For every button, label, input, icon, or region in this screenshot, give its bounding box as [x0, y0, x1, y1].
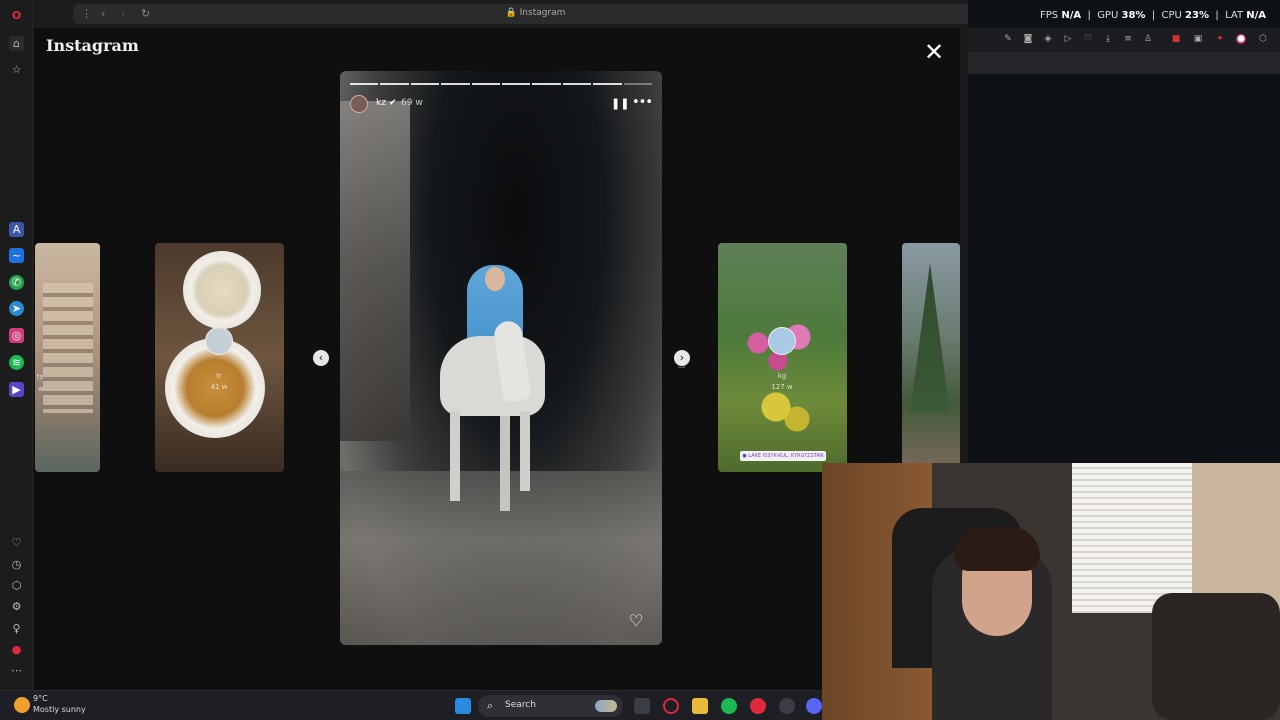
- story-progress-segment: [562, 83, 592, 85]
- story-timestamp: 69 w: [401, 98, 423, 108]
- lightbulb-icon[interactable]: ♀: [9, 621, 24, 636]
- instagram-logo[interactable]: Instagram: [46, 36, 139, 55]
- window-blinds: [1072, 463, 1192, 613]
- story-progress-segment: [471, 83, 501, 85]
- heart-icon[interactable]: ♡: [1083, 34, 1093, 44]
- task-view-icon[interactable]: [634, 698, 650, 714]
- opera-gx-icon[interactable]: ●: [9, 642, 24, 657]
- instagram-icon[interactable]: ◎: [9, 328, 24, 343]
- story-progress-segment: [623, 83, 653, 85]
- whatsapp-icon[interactable]: ✆: [9, 275, 24, 290]
- horse-leg: [450, 411, 460, 501]
- person-hair: [954, 527, 1040, 571]
- story-progress-segment: [532, 83, 561, 85]
- taskbar: 9°C Mostly sunny ⌕ Search: [0, 690, 822, 720]
- opera-gx-taskbar-icon[interactable]: [663, 698, 679, 714]
- opera-taskbar-icon[interactable]: [750, 698, 766, 714]
- telegram-icon[interactable]: ➤: [9, 301, 24, 316]
- search-icon: ⌕: [487, 699, 494, 712]
- address-bar[interactable]: ⋮ ‹ › ↻ 🔒 Instagram ☺ ✎: [73, 4, 998, 24]
- messenger-icon[interactable]: ~: [9, 248, 24, 263]
- pause-icon[interactable]: ❚❚: [611, 97, 629, 110]
- story-thumbnail-far-right[interactable]: [902, 243, 960, 472]
- more-icon[interactable]: •••: [632, 95, 653, 110]
- shield-icon[interactable]: ◈: [1043, 34, 1053, 44]
- rider-face: [485, 267, 505, 291]
- list-icon[interactable]: ≡: [1123, 34, 1133, 44]
- horse-leg: [520, 411, 530, 491]
- star-icon[interactable]: ☆: [9, 62, 24, 77]
- discord-icon[interactable]: [806, 698, 822, 714]
- taskbar-search[interactable]: ⌕ Search: [478, 695, 623, 717]
- url-text[interactable]: 🔒 Instagram: [73, 8, 998, 18]
- yellow-flowers: [748, 383, 818, 443]
- weather-temperature[interactable]: 9°C: [33, 694, 48, 703]
- weather-icon[interactable]: [14, 697, 30, 713]
- browser-sidebar: O ⌂ ☆ A ~ ✆ ➤ ◎ ≋ ▶ ♡ ◷ ⬡ ⚙ ♀ ● ⋯: [0, 0, 33, 690]
- play-icon[interactable]: ▷: [1063, 34, 1073, 44]
- story-thumbnail-right[interactable]: kg 127 w ● LAKE ISSYK-KUL, KYRGYZSTAN: [718, 243, 847, 472]
- home-icon[interactable]: ⌂: [9, 36, 24, 51]
- story-progress-bar: [350, 83, 653, 85]
- player-icon[interactable]: ▶: [9, 382, 24, 397]
- cube-icon[interactable]: ⬡: [1258, 34, 1268, 44]
- opera-logo-icon[interactable]: O: [9, 8, 24, 23]
- story-username[interactable]: kz: [376, 98, 386, 108]
- story-progress-segment: [350, 83, 379, 85]
- panel-toolbar: ✎ ◙ ◈ ▷ ♡ ⤓ ≡ ♙ ■ ▣ ✦ ● ⬡: [968, 28, 1280, 52]
- aria-icon[interactable]: A: [9, 222, 24, 237]
- weather-description[interactable]: Mostly sunny: [33, 705, 86, 714]
- story-progress-segment: [593, 83, 622, 85]
- mouse-cursor-icon: ☝: [678, 357, 686, 371]
- user-icon[interactable]: ♙: [1143, 34, 1153, 44]
- spotify-taskbar-icon[interactable]: [721, 698, 737, 714]
- steam-icon[interactable]: [779, 698, 795, 714]
- close-button[interactable]: ✕: [922, 40, 946, 64]
- cave-wall: [340, 101, 410, 441]
- lock-icon: 🔒: [505, 8, 520, 18]
- verified-icon: ✔: [389, 98, 397, 108]
- story-content[interactable]: kz ✔ 69 w ❚❚ ••• ♡: [340, 71, 662, 645]
- heart-outline-icon[interactable]: ♡: [9, 535, 24, 550]
- story-progress-segment: [410, 83, 440, 85]
- edit-icon[interactable]: ✎: [1003, 34, 1013, 44]
- spotify-icon[interactable]: ≋: [9, 355, 24, 370]
- cube-icon[interactable]: ⬡: [9, 578, 24, 593]
- horse-leg: [500, 416, 510, 511]
- download-icon[interactable]: ⤓: [1103, 34, 1113, 44]
- avatar: [768, 327, 796, 355]
- extension-icon[interactable]: ▣: [1193, 34, 1203, 44]
- jacket: [1152, 593, 1280, 720]
- settings-icon[interactable]: ⚙: [9, 599, 24, 614]
- avatar[interactable]: [350, 95, 368, 113]
- more-dots-icon[interactable]: ⋯: [9, 663, 24, 678]
- search-highlight-icon: [595, 700, 617, 712]
- horse-body: [440, 336, 545, 416]
- location-tag[interactable]: ● LAKE ISSYK-KUL, KYRGYZSTAN: [740, 451, 826, 461]
- story-progress-segment: [502, 83, 531, 85]
- browser-topbar: ⋮ ‹ › ↻ 🔒 Instagram ☺ ✎: [33, 0, 998, 28]
- extension-icon[interactable]: ●: [1236, 34, 1246, 44]
- extension-icon[interactable]: ✦: [1215, 34, 1225, 44]
- story-progress-segment: [380, 83, 409, 85]
- camera-icon[interactable]: ◙: [1023, 34, 1033, 44]
- webcam-overlay: [822, 463, 1280, 720]
- heart-icon[interactable]: ♡: [629, 611, 643, 630]
- history-icon[interactable]: ◷: [9, 557, 24, 572]
- extension-icon[interactable]: ■: [1171, 34, 1181, 44]
- performance-overlay: FPS N/A | GPU 38% | CPU 23% | LAT N/A: [1040, 10, 1267, 21]
- story-progress-segment: [441, 83, 470, 85]
- tree: [910, 263, 950, 413]
- story-thumbnail-left[interactable]: tr 41 w: [155, 243, 284, 472]
- previous-story-button[interactable]: ‹: [313, 350, 329, 366]
- file-explorer-icon[interactable]: [692, 698, 708, 714]
- story-header: kz ✔ 69 w ❚❚ •••: [348, 95, 654, 113]
- story-thumbnail-far-left[interactable]: ts w: [35, 243, 100, 472]
- windows-start-icon[interactable]: [455, 698, 471, 714]
- panel-tab-strip: [968, 52, 1280, 74]
